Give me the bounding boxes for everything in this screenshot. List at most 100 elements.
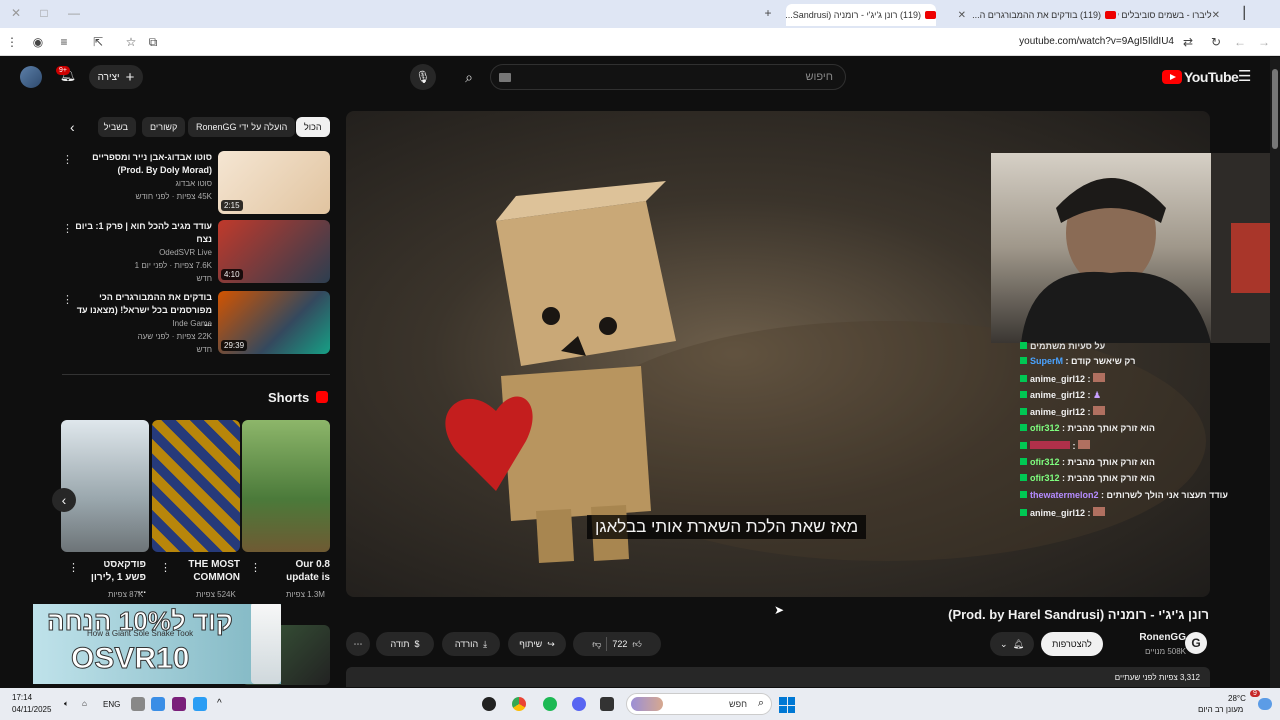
- mic-tray-icon[interactable]: [131, 697, 145, 711]
- discord-icon[interactable]: [572, 697, 586, 711]
- forward-icon[interactable]: ←: [1232, 34, 1248, 50]
- notification-settings-button[interactable]: 🔔︎ ⌄: [990, 632, 1034, 656]
- window-close-icon[interactable]: ✕: [8, 5, 24, 21]
- windows-start-icon[interactable]: [779, 697, 795, 713]
- window-minimize-icon[interactable]: —: [66, 5, 82, 21]
- bookmark-star-icon[interactable]: ☆: [123, 34, 139, 50]
- network-icon[interactable]: ⌂: [82, 699, 87, 708]
- share-page-icon[interactable]: ⇱: [90, 34, 106, 50]
- extensions-icon[interactable]: ≡: [56, 34, 72, 50]
- profile-icon[interactable]: ◉: [30, 34, 46, 50]
- scrollbar-thumb[interactable]: [1272, 69, 1278, 149]
- subscribe-button[interactable]: להצטרפות: [1041, 632, 1103, 656]
- weather-cloud-icon[interactable]: [1258, 698, 1272, 710]
- tray-expand-chevron-icon[interactable]: ^: [217, 698, 222, 709]
- channel-name[interactable]: סוטו אבדוג: [175, 179, 212, 188]
- browser-tab[interactable]: ✕ ליברו - בשמים סוביבלים לגבר ול...: [1118, 4, 1226, 26]
- video-thumbnail[interactable]: 29:39: [218, 291, 330, 354]
- dislike-icon[interactable]: 👎︎: [592, 639, 601, 650]
- channel-avatar[interactable]: G: [1185, 632, 1207, 654]
- file-explorer-icon[interactable]: [600, 697, 614, 711]
- chip-all[interactable]: הכול: [296, 117, 330, 137]
- sponsor-overlay: קוד ל10% הנחה How a Giant Sole Snake Too…: [33, 604, 281, 684]
- short-thumbnail[interactable]: [152, 420, 240, 552]
- taskbar-app-icon[interactable]: [482, 697, 496, 711]
- youtube-favicon-icon: [925, 11, 936, 19]
- video-title[interactable]: סוטו אבדוג-אבן נייר ומספריים (Prod. By D…: [72, 151, 212, 177]
- subscriber-count: 508K מנויים: [1144, 647, 1186, 656]
- video-meta: 7.6K צפיות · לפני יום 1: [134, 261, 212, 270]
- related-video[interactable]: 29:39 בודקים את ההמבורגרים הכי מפורסמים …: [60, 291, 330, 355]
- more-options-icon[interactable]: ⋮: [250, 561, 261, 574]
- description-box[interactable]: 3,312 צפיות לפני שעתיים: [346, 667, 1210, 687]
- window-maximize-icon[interactable]: □: [36, 5, 52, 21]
- more-options-icon[interactable]: ⋮: [62, 153, 73, 166]
- share-button[interactable]: ↪ שיתוף: [508, 632, 566, 656]
- language-indicator[interactable]: ENG: [103, 700, 120, 709]
- browser-tab[interactable]: (119) בודקים את ההמבורגרים ה... ✕: [946, 4, 1116, 26]
- url-text[interactable]: youtube.com/watch?v=9AgI5IldIU4: [1019, 36, 1174, 47]
- chrome-icon[interactable]: [512, 697, 526, 711]
- more-options-icon[interactable]: ⋮: [160, 561, 171, 574]
- thanks-button[interactable]: $ תודה: [376, 632, 434, 656]
- menu-dots-icon[interactable]: ⋮: [4, 34, 20, 50]
- search-input[interactable]: חיפוש: [490, 64, 846, 90]
- close-icon[interactable]: ✕: [1212, 10, 1220, 21]
- mod-badge-icon: [1020, 342, 1027, 349]
- close-icon[interactable]: ✕: [958, 10, 966, 21]
- related-video[interactable]: 4:10 עודד מגיב להכל חוא | פרק 1: ביום נצ…: [60, 220, 330, 284]
- video-thumbnail[interactable]: 4:10: [218, 220, 330, 283]
- weather-temp[interactable]: 28°C: [1228, 694, 1246, 703]
- chip-uploaded-by[interactable]: הועלה על ידי RonenGG: [188, 117, 296, 137]
- hamburger-menu-icon[interactable]: ☰: [1238, 69, 1254, 85]
- like-count[interactable]: 722: [612, 639, 627, 649]
- video-thumbnail[interactable]: 2:15: [218, 151, 330, 214]
- reload-icon[interactable]: ↻: [1208, 34, 1224, 50]
- more-options-icon[interactable]: ⋮: [68, 561, 79, 574]
- weather-desc[interactable]: מעונן רב היום: [1198, 705, 1243, 714]
- video-title: רונן ג'יג'י - רומניה (Prod. by Harel San…: [948, 607, 1209, 622]
- emote-icon: [1093, 507, 1106, 516]
- more-options-icon[interactable]: ⋮: [62, 293, 73, 306]
- sidebar-toggle-icon[interactable]: ▕: [1232, 5, 1248, 21]
- short-title[interactable]: THE MOST COMMON: [180, 558, 240, 584]
- short-thumbnail[interactable]: [61, 420, 149, 552]
- channel-name[interactable]: RonenGG: [1139, 632, 1186, 643]
- chips-scroll-left-icon[interactable]: ‹: [70, 119, 75, 135]
- more-options-icon[interactable]: ⋮: [62, 222, 73, 235]
- shorts-prev-icon[interactable]: ‹: [52, 488, 76, 512]
- avatar[interactable]: [20, 66, 42, 88]
- site-settings-icon[interactable]: ⇄: [1180, 34, 1196, 50]
- spotify-icon[interactable]: [543, 697, 557, 711]
- channel-name[interactable]: Inde Game: [172, 319, 212, 328]
- video-meta: 22K צפיות · לפני שעה: [137, 332, 212, 341]
- tray-app-icon[interactable]: [193, 697, 207, 711]
- taskbar-search[interactable]: חפש ⌕: [626, 693, 772, 715]
- short-title[interactable]: Our 0.8 update is: [270, 558, 330, 584]
- youtube-logo[interactable]: YouTube: [1162, 68, 1239, 86]
- clock-time[interactable]: 17:14: [12, 693, 32, 702]
- channel-name[interactable]: OdedSVR Live: [159, 248, 212, 257]
- search-icon[interactable]: ⌕: [452, 64, 486, 90]
- back-icon[interactable]: →: [1256, 34, 1272, 50]
- video-title[interactable]: עודד מגיב להכל חוא | פרק 1: ביום נצח: [72, 220, 212, 246]
- new-tab-icon[interactable]: +: [760, 5, 776, 21]
- chip-filter[interactable]: בשביל: [98, 117, 136, 137]
- page-scrollbar[interactable]: [1270, 57, 1280, 688]
- voice-search-mic-icon[interactable]: 🎙︎: [410, 64, 436, 90]
- create-button[interactable]: + יצירה: [89, 65, 143, 89]
- volume-icon[interactable]: 🔈︎: [64, 699, 69, 709]
- install-app-icon[interactable]: ⧉: [145, 34, 161, 50]
- chip-related[interactable]: קשורים: [142, 117, 186, 137]
- tray-app-icon[interactable]: [151, 697, 165, 711]
- clock-date[interactable]: 04/11/2025: [12, 705, 51, 714]
- short-thumbnail[interactable]: [242, 420, 330, 552]
- mod-badge-icon: [1020, 491, 1027, 498]
- like-icon[interactable]: 👍︎: [632, 639, 641, 650]
- onenote-tray-icon[interactable]: [172, 697, 186, 711]
- browser-tab-active[interactable]: (119) רונן ג'יג'י - רומניה (Sandrusi... …: [786, 4, 936, 26]
- download-button[interactable]: ⤓ הורדה: [442, 632, 500, 656]
- more-actions-icon[interactable]: ⋯: [346, 632, 370, 656]
- related-video[interactable]: 2:15 סוטו אבדוג-אבן נייר ומספריים (Prod.…: [60, 151, 330, 215]
- keyboard-icon[interactable]: [499, 73, 511, 82]
